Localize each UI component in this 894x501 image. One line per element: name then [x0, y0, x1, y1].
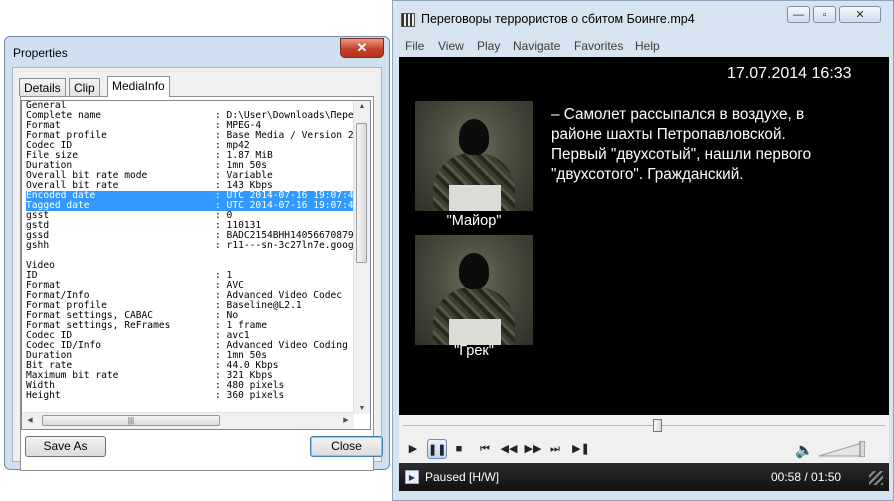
tab-mediainfo[interactable]: MediaInfo [107, 76, 170, 97]
menu-navigate[interactable]: Navigate [513, 39, 560, 53]
vertical-scrollbar[interactable]: ▲ ▼ [353, 101, 370, 414]
scroll-down-icon[interactable]: ▼ [354, 405, 370, 412]
mediainfo-row: Duration: 1mn 50s [26, 351, 354, 361]
menu-file[interactable]: File [405, 39, 424, 53]
volume-slider[interactable] [819, 441, 865, 457]
window-title: Переговоры террористов о сбитом Боинге.m… [421, 12, 695, 26]
mediainfo-value: : r11---sn-3c27ln7e.goog [215, 240, 354, 251]
mediainfo-row: Maximum bit rate: 321 Kbps [26, 371, 354, 381]
status-text: Paused [H/W] [425, 470, 500, 484]
subtitle-text: – Самолет рассыпался в воздухе, в районе… [551, 105, 883, 185]
dialog-body: Details Clip MediaInfo General Complete n… [12, 67, 383, 471]
portrait-major [415, 101, 533, 211]
playback-controls: ▶ ❚❚ ■ ⏮ ◀◀ ▶▶ ⏭ ▶❚ 🔈 [399, 437, 889, 463]
horizontal-scrollbar[interactable]: ◀ ||| ▶ [22, 412, 354, 429]
window-close-button[interactable]: ✕ [839, 6, 881, 23]
mediainfo-row: Codec ID/Info: Advanced Video Coding [26, 341, 354, 351]
seek-thumb[interactable] [653, 419, 662, 432]
resize-grip[interactable] [869, 471, 883, 485]
minimize-button[interactable]: — [787, 6, 810, 23]
status-time: 00:58 / 01:50 [771, 470, 842, 484]
mediainfo-row: Format profile: Base Media / Version 2 [26, 131, 354, 141]
rewind-icon[interactable]: ◀◀ [499, 439, 519, 459]
mediainfo-row: Height : 360 pixels [26, 391, 354, 401]
volume-icon[interactable]: 🔈 [795, 441, 814, 459]
close-button[interactable]: Close [310, 436, 383, 457]
subtitle-line: Первый "двухсотый", нашли первого [551, 146, 812, 163]
mediainfo-value: : UTC 2014-07-16 19:07:4 [215, 200, 354, 211]
scroll-left-icon[interactable]: ◀ [22, 416, 38, 424]
video-timestamp: 17.07.2014 16:33 [727, 65, 852, 82]
tab-details[interactable]: Details [19, 78, 66, 96]
mediainfo-row: File size: 1.87 MiB [26, 151, 354, 161]
dialog-title: Properties [13, 46, 68, 60]
video-area[interactable]: 17.07.2014 16:33 "Майор" "Грек" – Самоле… [399, 57, 889, 415]
dialog-close-button[interactable]: ✕ [340, 38, 384, 58]
mediainfo-row: gshh : r11---sn-3c27ln7e.goog [26, 241, 354, 251]
vertical-scroll-thumb[interactable] [356, 123, 367, 263]
frame-step-icon[interactable]: ▶❚ [571, 439, 591, 459]
pause-icon[interactable]: ❚❚ [427, 439, 447, 459]
previous-icon[interactable]: ⏮ [475, 439, 495, 459]
subtitle-line: "двухсотого". Гражданский. [551, 166, 744, 183]
seek-track[interactable] [403, 425, 885, 426]
next-icon[interactable]: ⏭ [545, 439, 565, 459]
play-icon[interactable]: ▶ [403, 439, 423, 459]
mediainfo-row: Video [26, 261, 354, 271]
scroll-up-icon[interactable]: ▲ [354, 103, 370, 110]
tab-clip[interactable]: Clip [69, 78, 100, 96]
menu-view[interactable]: View [438, 39, 464, 53]
menu-play[interactable]: Play [477, 39, 500, 53]
mediainfo-value: : 360 pixels [215, 390, 285, 401]
save-as-button[interactable]: Save As [25, 436, 106, 457]
mediainfo-row: Width: 480 pixels [26, 381, 354, 391]
media-player-window: Переговоры террористов о сбитом Боинге.m… [392, 0, 894, 501]
menu-favorites[interactable]: Favorites [574, 39, 623, 53]
menu-bar: File View Play Navigate Favorites Help [399, 37, 889, 57]
portrait-grek [415, 235, 533, 345]
status-play-icon: ▶ [405, 470, 419, 484]
mediainfo-row: Complete name: D:\User\Downloads\Пере [26, 111, 354, 121]
seek-bar[interactable] [399, 415, 889, 437]
mediainfo-key: Height [26, 390, 61, 401]
mediainfo-row: Format settings, ReFrames: 1 frame [26, 321, 354, 331]
menu-help[interactable]: Help [635, 39, 660, 53]
mediainfo-row: ID: 1 [26, 271, 354, 281]
mediainfo-key: gshh [26, 240, 50, 251]
restore-button[interactable]: ▫ [813, 6, 836, 23]
mediainfo-row: gsst: 0 [26, 211, 354, 221]
horizontal-scroll-thumb[interactable]: ||| [42, 415, 220, 426]
mediainfo-row: Tagged date: UTC 2014-07-16 19:07:4 [26, 201, 354, 211]
caption-major: "Майор" [446, 213, 502, 229]
stop-icon[interactable]: ■ [449, 439, 469, 459]
app-icon [401, 13, 415, 27]
caption-grek: "Грек" [454, 343, 494, 359]
fast-forward-icon[interactable]: ▶▶ [523, 439, 543, 459]
properties-dialog: Properties ✕ Details Clip MediaInfo Gene… [4, 36, 390, 471]
status-bar: ▶ Paused [H/W] 00:58 / 01:50 [399, 463, 889, 491]
mediainfo-textbox[interactable]: General Complete name: D:\User\Downloads\… [21, 100, 371, 430]
mediainfo-row [26, 251, 354, 261]
subtitle-line: районе шахты Петропавловской. [551, 126, 786, 143]
mediainfo-text: General Complete name: D:\User\Downloads\… [26, 101, 354, 414]
subtitle-line: – Самолет рассыпался в воздухе, в [551, 106, 805, 123]
scroll-right-icon[interactable]: ▶ [338, 416, 354, 424]
